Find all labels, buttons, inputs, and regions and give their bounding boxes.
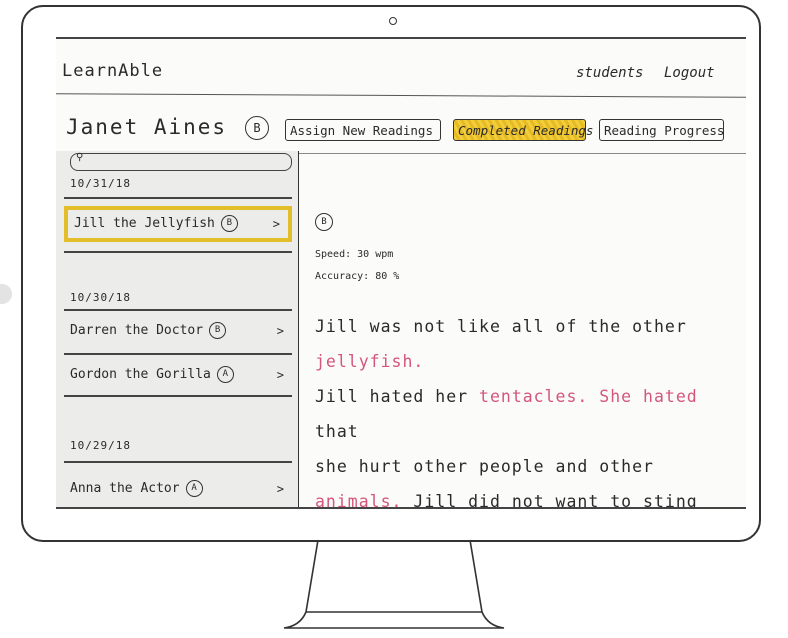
monitor-stand xyxy=(283,539,505,629)
